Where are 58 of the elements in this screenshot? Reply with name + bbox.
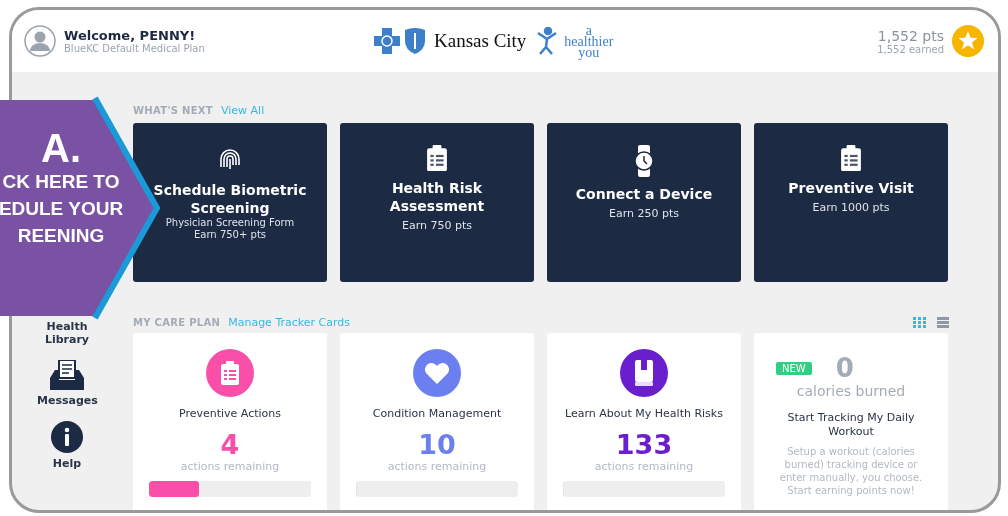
info-icon [51, 421, 83, 453]
points-total: 1,552 pts [877, 27, 944, 44]
list-view-icon[interactable] [937, 316, 949, 329]
logo-text: Kansas City [434, 30, 527, 52]
points-earned: 1,552 earned [877, 43, 944, 55]
clipboard-icon [840, 145, 862, 172]
card-text: Earn 250 pts [609, 207, 679, 220]
workout-card[interactable]: NEW 0 calories burned Start Tracking My Daily Workout Setup a workout (calories burned) tracking device or enter manually, you choose. Start earning points now! [754, 333, 948, 510]
tracker-card[interactable]: Preventive Actions 4 actions remaining [133, 333, 327, 510]
inbox-icon [50, 360, 84, 390]
callout-text: CK HERE TO [2, 170, 120, 194]
sidebar-link[interactable]: Health Library [37, 320, 97, 346]
card-title: Start Tracking My Daily Workout [786, 411, 916, 439]
plan-name: BlueKC Default Medical Plan [64, 43, 205, 54]
count-caption: calories burned [796, 383, 906, 399]
callout-text: EDULE YOUR [0, 197, 124, 221]
card-title: Connect a Device [575, 185, 713, 203]
section-title: WHAT'S NEXT [133, 105, 213, 116]
section-title: MY CARE PLAN [133, 317, 221, 328]
new-badge: NEW [776, 361, 812, 375]
card-description: Setup a workout (calories burned) tracking device or enter manually, you choose. Start earning points now! [778, 445, 924, 497]
shield-logo-icon [404, 27, 426, 55]
tracker-card[interactable]: Learn About My Health Risks 133 actions remaining [547, 333, 741, 510]
tagline-text: a healthier you [564, 24, 614, 58]
calories-count: 0 [835, 353, 854, 383]
book-icon [633, 360, 655, 386]
grid-view-icon[interactable] [913, 316, 927, 329]
callout-text: REENING [17, 224, 105, 248]
action-card[interactable]: Connect a Device Earn 250 pts [547, 123, 741, 282]
count-caption: actions remaining [180, 460, 280, 473]
callout-letter: A. [41, 128, 81, 168]
card-text: Earn 1000 pts [812, 201, 890, 215]
card-title: Schedule Biometric Screening [152, 181, 308, 217]
card-text: Earn 750+ pts [194, 229, 266, 241]
remaining-count: 4 [220, 430, 240, 460]
welcome-text: Welcome, PENNY! [64, 28, 197, 43]
action-card[interactable]: Schedule Biometric Screening Physician Screening Form Earn 750+ pts [133, 123, 327, 282]
card-text: Physician Screening Form [165, 217, 295, 229]
cross-logo-icon [374, 28, 400, 54]
sidebar-link[interactable]: Help [37, 457, 97, 470]
action-card[interactable]: Preventive Visit Earn 1000 pts [754, 123, 948, 282]
avatar-icon[interactable] [24, 25, 56, 57]
card-title: Health Risk Assessment [388, 179, 486, 216]
remaining-count: 10 [418, 430, 456, 460]
action-card[interactable]: Health Risk Assessment Earn 750 pts [340, 123, 534, 282]
card-title: Condition Management [372, 407, 502, 420]
card-text: Earn 750 pts [402, 219, 472, 233]
clipboard-icon [220, 361, 240, 385]
card-title: Preventive Actions [178, 407, 282, 420]
tracker-card[interactable]: Condition Management 10 actions remaining [340, 333, 534, 510]
count-caption: actions remaining [387, 460, 487, 473]
card-title: Preventive Visit [788, 179, 914, 198]
card-title: Learn About My Health Risks [565, 407, 723, 420]
sidebar-link[interactable]: Messages [37, 394, 97, 407]
remaining-count: 133 [615, 430, 673, 460]
smartwatch-icon [633, 145, 655, 177]
clipboard-icon [426, 145, 448, 172]
count-caption: actions remaining [594, 460, 694, 473]
